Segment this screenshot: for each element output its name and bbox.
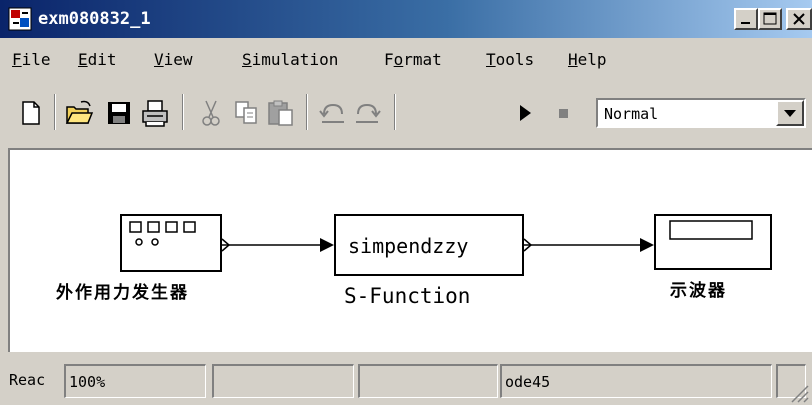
status-cell-3 (212, 364, 354, 398)
simulink-app-icon[interactable] (8, 7, 32, 31)
menu-view[interactable]: View (154, 50, 193, 69)
s-function-label[interactable]: S-Function (344, 284, 470, 308)
maximize-button[interactable] (758, 8, 782, 30)
menu-simulation[interactable]: Simulation (242, 50, 338, 69)
undo-icon[interactable] (318, 98, 348, 128)
signal-generator-icon (129, 221, 196, 246)
model-canvas[interactable]: 外作用力发生器 simpendzzy S-Function 示波器 (8, 148, 812, 352)
status-cell-4 (358, 364, 498, 398)
menu-edit[interactable]: Edit (78, 50, 117, 69)
menu-tools-label: ools (495, 50, 535, 69)
maximize-icon (763, 12, 777, 25)
menu-format-mnemonic: o (393, 50, 404, 69)
menu-file-label: ile (21, 50, 51, 69)
copy-icon[interactable] (232, 98, 262, 128)
new-file-icon[interactable] (16, 98, 46, 128)
menu-view-label: iew (163, 50, 193, 69)
status-ready: Reac (9, 371, 46, 389)
open-folder-icon[interactable] (64, 98, 94, 128)
menu-edit-mnemonic: E (78, 50, 88, 69)
window-title: exm080832_1 (38, 9, 151, 29)
simulation-mode-select[interactable]: Normal (596, 98, 806, 128)
menu-help-mnemonic: H (568, 50, 578, 69)
stop-simulation-icon[interactable] (548, 98, 578, 128)
menu-edit-label: dit (87, 50, 117, 69)
cut-icon[interactable] (196, 98, 226, 128)
menu-bar: File Edit View Simulation Format Tools H… (0, 38, 812, 74)
dropdown-button[interactable] (776, 100, 804, 126)
minimize-button[interactable] (734, 8, 758, 30)
chevron-down-icon (784, 110, 796, 117)
menu-format[interactable]: Format (384, 50, 442, 69)
status-bar: Reac 100% ode45 (0, 356, 812, 405)
menu-file[interactable]: File (12, 50, 51, 69)
signal-generator-label[interactable]: 外作用力发生器 (56, 278, 189, 303)
menu-help[interactable]: Help (568, 50, 607, 69)
toolbar-separator (306, 94, 308, 130)
simulink-model-window: exm080832_1 File Edit View Simulation Fo… (0, 0, 812, 405)
simulation-mode-value: Normal (604, 105, 659, 123)
s-function-name: simpendzzy (348, 234, 469, 258)
menu-format-prefix: F (384, 50, 394, 69)
paste-icon[interactable] (266, 98, 296, 128)
scope-label[interactable]: 示波器 (670, 276, 727, 301)
toolbar-separator (182, 94, 184, 130)
arrow-icon (320, 238, 334, 252)
save-icon[interactable] (104, 98, 134, 128)
print-icon[interactable] (140, 98, 170, 128)
toolbar: Normal (0, 74, 812, 146)
menu-format-label: rmat (403, 50, 442, 69)
status-zoom: 100% (64, 364, 206, 398)
menu-file-mnemonic: F (12, 50, 22, 69)
title-bar[interactable]: exm080832_1 (0, 0, 812, 38)
arrow-icon (640, 238, 654, 252)
scope-screen-icon (669, 220, 753, 240)
scope-block[interactable] (654, 214, 772, 270)
close-icon (793, 13, 805, 25)
start-simulation-icon[interactable] (510, 98, 540, 128)
minimize-icon (741, 22, 750, 24)
s-function-block[interactable]: simpendzzy (334, 214, 524, 276)
close-button[interactable] (786, 8, 812, 30)
resize-grip-icon[interactable] (788, 382, 810, 404)
toolbar-separator (54, 94, 56, 130)
menu-view-mnemonic: V (154, 50, 164, 69)
menu-tools[interactable]: Tools (486, 50, 534, 69)
menu-tools-mnemonic: T (486, 50, 496, 69)
redo-icon[interactable] (352, 98, 382, 128)
menu-simulation-mnemonic: S (242, 50, 252, 69)
menu-help-label: elp (577, 50, 607, 69)
toolbar-separator (394, 94, 396, 130)
status-solver: ode45 (500, 364, 772, 398)
menu-simulation-label: imulation (251, 50, 339, 69)
signal-generator-block[interactable] (120, 214, 222, 272)
